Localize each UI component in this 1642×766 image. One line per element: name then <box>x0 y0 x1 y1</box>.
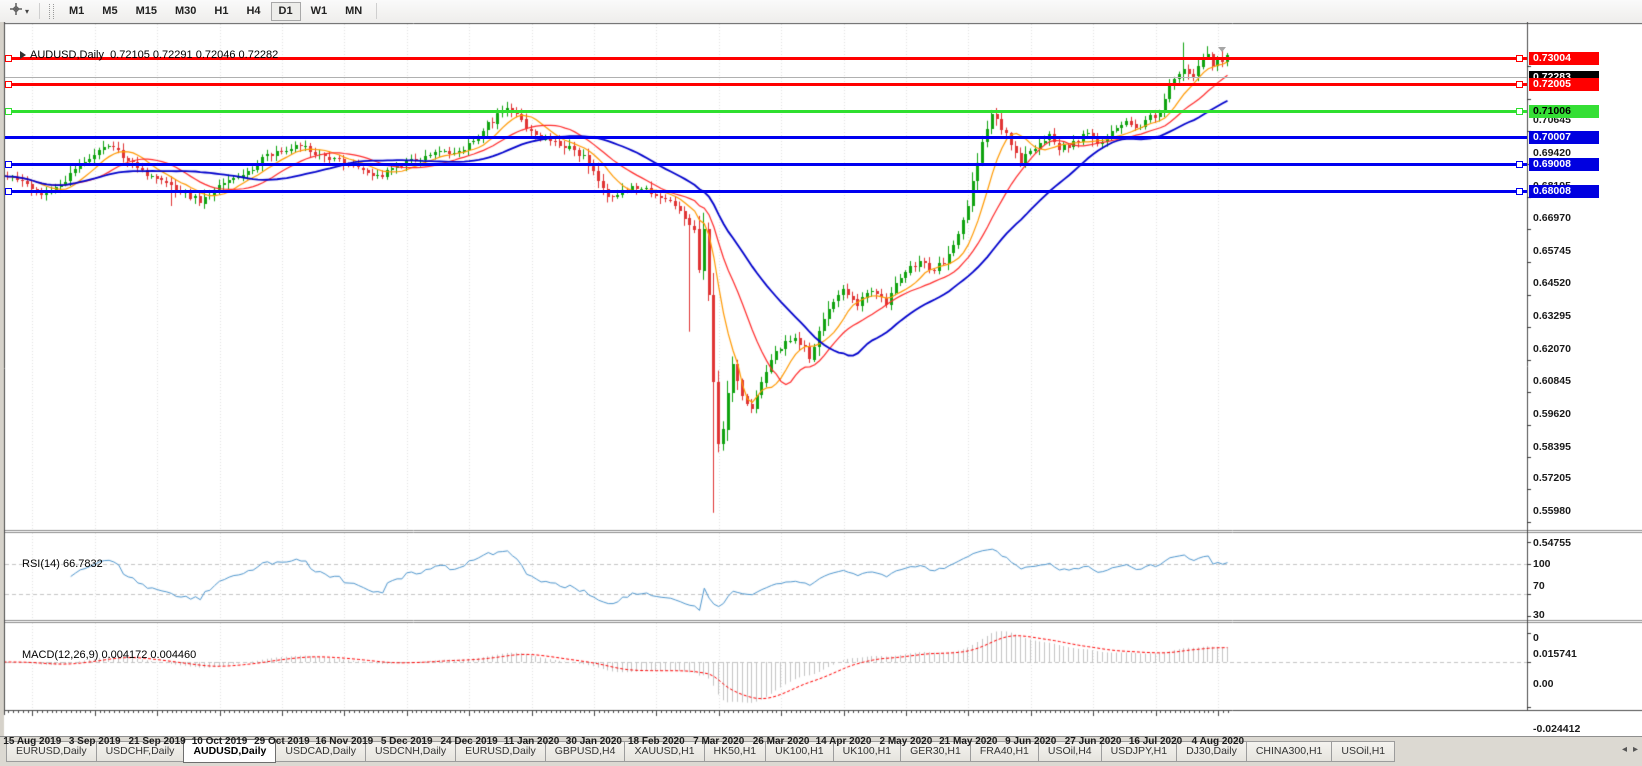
hline-handle[interactable] <box>5 55 12 62</box>
timeframe-button-m1[interactable]: M1 <box>61 2 92 21</box>
date-axis-label: 10 Oct 2019 <box>192 736 248 747</box>
bid-price-line <box>5 77 1527 78</box>
date-axis-label: 7 Mar 2020 <box>693 736 744 747</box>
horizontal-line-0.71006[interactable] <box>5 110 1527 113</box>
date-axis-label: 16 Nov 2019 <box>315 736 373 747</box>
date-axis-label: 9 Jun 2020 <box>1005 736 1056 747</box>
crosshair-tool-icon <box>9 2 23 21</box>
date-axis-label: 30 Jan 2020 <box>566 736 622 747</box>
date-axis-label: 27 Jun 2020 <box>1065 736 1122 747</box>
price-chart-canvas[interactable] <box>0 22 1642 736</box>
date-axis-label: 26 Mar 2020 <box>753 736 810 747</box>
title-marker-icon <box>20 51 26 59</box>
chart-title-text: AUDUSD,Daily 0.72105 0.72291 0.72046 0.7… <box>30 49 278 61</box>
price-axis-tick: 0.65745 <box>1533 246 1571 257</box>
toolbar-separator <box>39 3 40 19</box>
price-badge-resistance-1: 0.73004 <box>1529 52 1599 65</box>
timeframe-button-w1[interactable]: W1 <box>303 2 336 21</box>
horizontal-line-0.68008[interactable] <box>5 190 1527 193</box>
chart-window[interactable]: AUDUSD,Daily 0.72105 0.72291 0.72046 0.7… <box>0 22 1642 736</box>
hline-handle[interactable] <box>1516 81 1523 88</box>
price-axis-tick: 0.64520 <box>1533 278 1571 289</box>
date-axis-label: 15 Aug 2019 <box>3 736 61 747</box>
timeframe-button-m5[interactable]: M5 <box>94 2 125 21</box>
hline-handle[interactable] <box>5 81 12 88</box>
macd-axis-tick: 0.00 <box>1533 679 1553 690</box>
price-badge-support-2: 0.69008 <box>1529 158 1599 171</box>
date-axis-label: 5 Dec 2019 <box>381 736 433 747</box>
macd-indicator-label: MACD(12,26,9) 0.004172 0.004460 <box>22 649 196 661</box>
date-axis-label: 29 Oct 2019 <box>254 736 310 747</box>
horizontal-line-0.69008[interactable] <box>5 163 1527 166</box>
price-badge-pivot-green: 0.71006 <box>1529 105 1599 118</box>
price-axis-tick: 0.59620 <box>1533 409 1571 420</box>
rsi-axis-tick: 70 <box>1533 581 1545 592</box>
cursor-tool-button[interactable]: ▾ <box>4 0 34 23</box>
timeframe-button-h4[interactable]: H4 <box>238 2 268 21</box>
date-axis-label: 16 Jul 2020 <box>1129 736 1182 747</box>
timeframe-button-m30[interactable]: M30 <box>167 2 204 21</box>
price-axis-tick: 0.63295 <box>1533 311 1571 322</box>
date-axis-label: 24 Dec 2019 <box>440 736 497 747</box>
tab-scroll-arrows: ◂▸ <box>1622 744 1638 756</box>
rsi-axis-tick: 30 <box>1533 610 1545 621</box>
horizontal-line-0.70007[interactable] <box>5 136 1527 139</box>
chevron-down-icon: ▾ <box>25 7 29 16</box>
toolbar-separator <box>376 3 377 19</box>
tab-scroll-left-icon[interactable]: ◂ <box>1622 744 1627 756</box>
date-axis-label: 2 May 2020 <box>879 736 932 747</box>
hline-handle[interactable] <box>5 108 12 115</box>
timeframe-button-h1[interactable]: H1 <box>206 2 236 21</box>
price-badge-support-3: 0.68008 <box>1529 185 1599 198</box>
price-badge-support-1: 0.70007 <box>1529 131 1599 144</box>
date-axis-label: 21 Sep 2019 <box>128 736 185 747</box>
rsi-axis-tick: 100 <box>1533 559 1551 570</box>
date-axis-label: 14 Apr 2020 <box>816 736 872 747</box>
hline-handle[interactable] <box>5 161 12 168</box>
hline-handle[interactable] <box>1516 55 1523 62</box>
hline-handle[interactable] <box>5 188 12 195</box>
macd-axis-tick: 0.015741 <box>1533 649 1577 660</box>
hline-handle[interactable] <box>1516 188 1523 195</box>
price-axis-tick: 0.60845 <box>1533 376 1571 387</box>
tab-scroll-right-icon[interactable]: ▸ <box>1633 744 1638 756</box>
timeframe-button-d1[interactable]: D1 <box>271 2 301 21</box>
hline-handle[interactable] <box>1516 108 1523 115</box>
price-badge-resistance-2: 0.72005 <box>1529 78 1599 91</box>
horizontal-line-0.72005[interactable] <box>5 83 1527 86</box>
date-axis-label: 21 May 2020 <box>939 736 997 747</box>
date-axis-label: 3 Sep 2019 <box>69 736 121 747</box>
price-axis-tick: 0.58395 <box>1533 442 1571 453</box>
price-axis-tick: 0.66970 <box>1533 213 1571 224</box>
timeframe-button-mn[interactable]: MN <box>337 2 370 21</box>
chart-title: AUDUSD,Daily 0.72105 0.72291 0.72046 0.7… <box>20 49 278 61</box>
hline-handle[interactable] <box>1516 161 1523 168</box>
chart-tab-usoil-h1[interactable]: USOil,H1 <box>1331 741 1395 762</box>
price-axis-tick: 0.55980 <box>1533 506 1571 517</box>
price-axis-tick: 0.62070 <box>1533 344 1571 355</box>
price-axis-tick: 0.54755 <box>1533 538 1571 549</box>
date-axis-label: 18 Feb 2020 <box>628 736 685 747</box>
rsi-axis-tick: 0 <box>1533 633 1539 644</box>
timeframe-button-m15[interactable]: M15 <box>128 2 165 21</box>
rsi-indicator-label: RSI(14) 66.7832 <box>22 558 103 570</box>
chart-shift-marker-icon[interactable] <box>1218 47 1226 52</box>
toolbar-grip[interactable] <box>49 4 54 19</box>
timeframe-button-group: M1M5M15M30H1H4D1W1MN <box>60 2 371 21</box>
macd-axis-tick: -0.024412 <box>1533 724 1580 735</box>
date-axis-label: 4 Aug 2020 <box>1192 736 1244 747</box>
price-axis-tick: 0.57205 <box>1533 473 1571 484</box>
main-toolbar: ▾ M1M5M15M30H1H4D1W1MN <box>0 0 1642 23</box>
date-axis-label: 11 Jan 2020 <box>504 736 560 747</box>
chart-tab-china300-h1[interactable]: CHINA300,H1 <box>1246 741 1333 762</box>
